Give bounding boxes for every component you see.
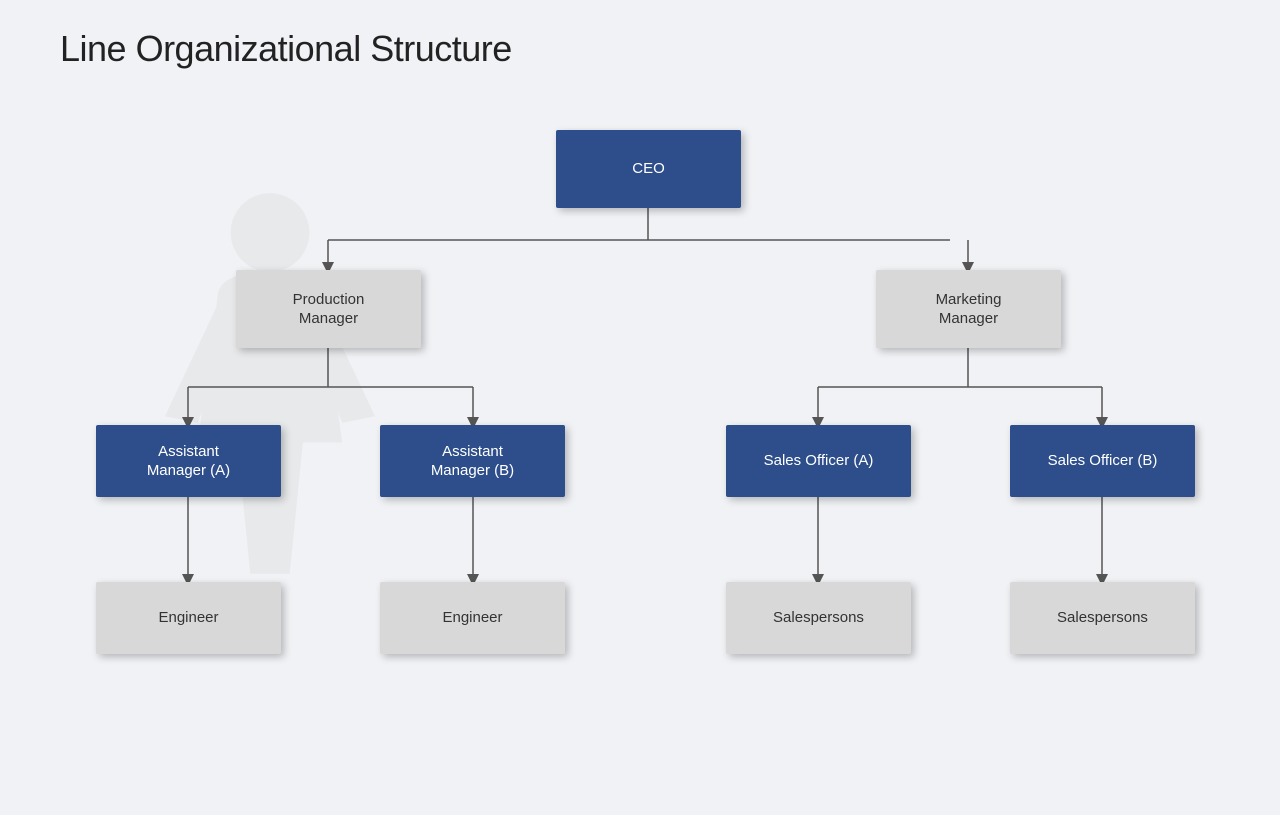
page-title: Line Organizational Structure — [60, 28, 512, 70]
salespersons-a-node: Salespersons — [726, 582, 911, 654]
sales-officer-a-node: Sales Officer (A) — [726, 425, 911, 497]
org-chart: CEO Production Manager Marketing Manager… — [0, 95, 1280, 720]
assistant-manager-a-node: Assistant Manager (A) — [96, 425, 281, 497]
ceo-node: CEO — [556, 130, 741, 208]
production-manager-node: Production Manager — [236, 270, 421, 348]
salespersons-b-node: Salespersons — [1010, 582, 1195, 654]
marketing-manager-node: Marketing Manager — [876, 270, 1061, 348]
engineer-a-node: Engineer — [96, 582, 281, 654]
engineer-b-node: Engineer — [380, 582, 565, 654]
sales-officer-b-node: Sales Officer (B) — [1010, 425, 1195, 497]
assistant-manager-b-node: Assistant Manager (B) — [380, 425, 565, 497]
